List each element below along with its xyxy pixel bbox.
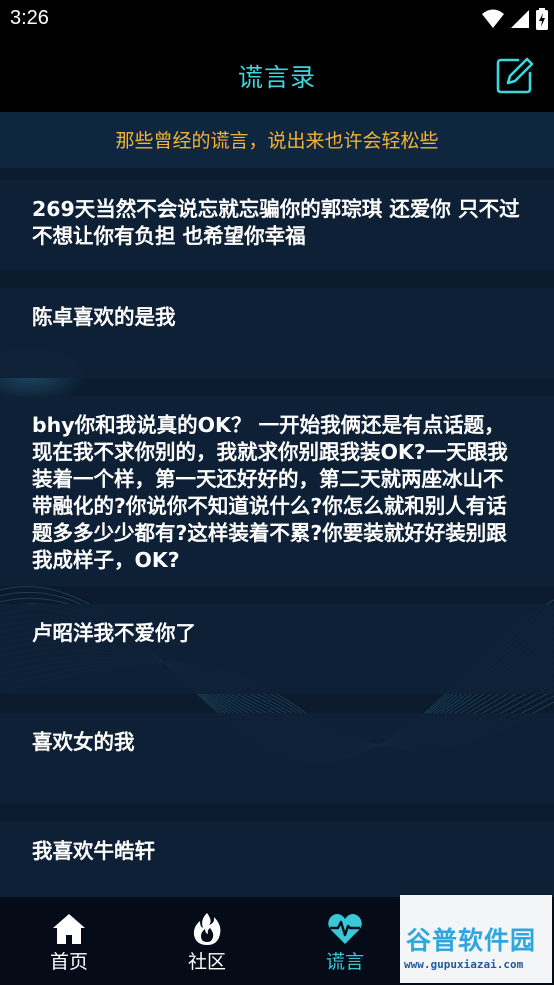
- watermark-logo: 谷普软件园 www.gupuxiazai.com: [400, 895, 552, 983]
- heartbeat-icon: [328, 914, 362, 944]
- lie-card[interactable]: bhy你和我说真的OK？ 一开始我俩还是有点话题，现在我不求你别的，我就求你别跟…: [0, 396, 554, 586]
- flame-icon: [193, 913, 221, 945]
- nav-lies-label: 谎言: [325, 951, 364, 973]
- status-bar: 3:26: [0, 0, 554, 38]
- watermark-title: 谷普软件园: [406, 926, 537, 955]
- watermark-url: www.gupuxiazai.com: [404, 958, 524, 971]
- page-title: 谎言录: [237, 63, 316, 92]
- lie-card[interactable]: 我喜欢牛皓轩: [0, 822, 554, 897]
- nav-home-label: 首页: [49, 951, 88, 973]
- nav-community[interactable]: 社区: [138, 897, 276, 985]
- status-time: 3:26: [10, 7, 49, 29]
- lie-card[interactable]: 陈卓喜欢的是我: [0, 288, 554, 378]
- subtitle-text: 那些曾经的谎言，说出来也许会轻松些: [115, 130, 439, 152]
- nav-community-label: 社区: [187, 951, 226, 973]
- signal-icon: [511, 10, 529, 28]
- edit-icon[interactable]: [496, 56, 534, 94]
- lie-text: 陈卓喜欢的是我: [32, 305, 176, 329]
- lie-card[interactable]: 喜欢女的我: [0, 713, 554, 803]
- lie-card[interactable]: 卢昭洋我不爱你了: [0, 604, 554, 694]
- title-bar: 谎言录: [0, 38, 554, 112]
- lie-text: 我喜欢牛皓轩: [32, 839, 155, 863]
- subtitle-bar: 那些曾经的谎言，说出来也许会轻松些: [0, 112, 554, 168]
- lie-text: bhy你和我说真的OK？ 一开始我俩还是有点话题，现在我不求你别的，我就求你别跟…: [32, 413, 508, 572]
- nav-lies[interactable]: 谎言: [276, 897, 414, 985]
- nav-home[interactable]: 首页: [0, 897, 138, 985]
- wifi-icon: [482, 9, 504, 28]
- lie-card[interactable]: 269天当然不会说忘就忘骗你的郭琮琪 还爱你 只不过不想让你有负担 也希望你幸福: [0, 180, 554, 270]
- lie-text: 喜欢女的我: [32, 730, 135, 754]
- lie-text: 269天当然不会说忘就忘骗你的郭琮琪 还爱你 只不过不想让你有负担 也希望你幸福: [32, 197, 520, 248]
- battery-icon: [536, 8, 548, 30]
- lie-text: 卢昭洋我不爱你了: [32, 621, 196, 645]
- home-icon: [53, 914, 85, 944]
